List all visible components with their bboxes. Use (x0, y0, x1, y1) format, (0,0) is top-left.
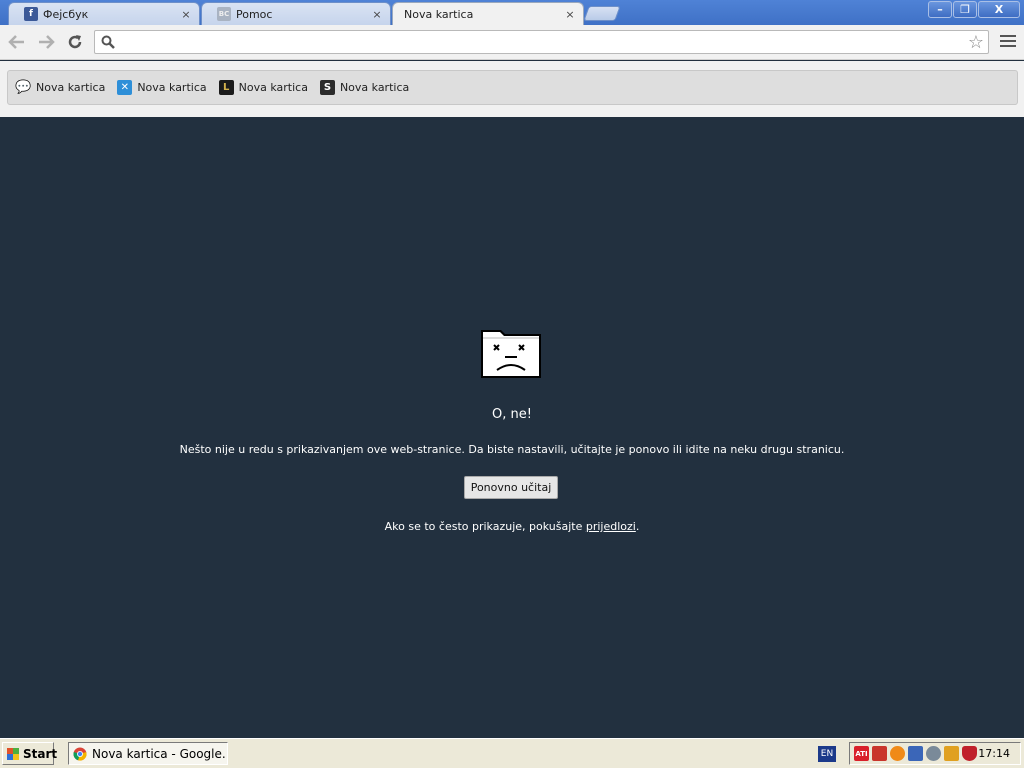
error-page: O, ne! Nešto nije u redu s prikazivanjem… (0, 117, 1024, 738)
start-button[interactable]: Start (2, 742, 58, 765)
new-tab-button[interactable] (583, 6, 621, 21)
chat-bubble-icon: 💬 (15, 80, 32, 95)
s-logo-icon: S (319, 80, 335, 95)
tab-title: Pomoc (236, 7, 273, 21)
bookmarks-bar-area: 💬 Nova kartica ✕ Nova kartica L Nova kar… (0, 61, 1024, 117)
language-indicator[interactable]: EN (818, 746, 836, 762)
taskbar-app-label: Nova kartica - Google... (92, 746, 228, 761)
users-icon[interactable] (944, 746, 959, 761)
bookmarks-bar: 💬 Nova kartica ✕ Nova kartica L Nova kar… (7, 70, 1018, 105)
forward-button[interactable] (36, 32, 56, 52)
back-arrow-icon (8, 35, 24, 49)
windows-logo-icon (7, 747, 19, 760)
back-button[interactable] (7, 32, 27, 52)
minimize-button[interactable]: – (928, 1, 952, 18)
restore-button[interactable]: ❐ (953, 1, 977, 18)
bookmark-label: Nova kartica (36, 81, 106, 94)
reload-icon (68, 35, 82, 49)
facebook-icon: f (24, 7, 38, 21)
clock: 17:14 (978, 747, 1010, 760)
help-suffix: . (635, 520, 640, 533)
bookmark-item[interactable]: ✕ Nova kartica (117, 80, 207, 95)
bookmark-label: Nova kartica (137, 81, 207, 94)
error-message: Nešto nije u redu s prikazivanjem ove we… (179, 443, 845, 456)
site-icon: BC (217, 7, 231, 21)
ati-icon[interactable]: ATI (854, 746, 869, 761)
volume-icon[interactable] (872, 746, 887, 761)
bookmark-label: Nova kartica (238, 81, 308, 94)
tab-title: Фејсбук (43, 7, 89, 21)
error-title: O, ne! (492, 407, 532, 422)
tab-close-icon[interactable]: × (563, 8, 577, 21)
close-window-button[interactable]: X (978, 1, 1020, 18)
x-logo-icon: ✕ (117, 80, 133, 95)
suggestions-link[interactable]: prijedlozi (586, 520, 636, 533)
bookmark-item[interactable]: 💬 Nova kartica (15, 80, 106, 95)
bookmark-item[interactable]: S Nova kartica (319, 80, 410, 95)
bookmark-star-icon[interactable]: ☆ (968, 32, 984, 53)
bookmark-item[interactable]: L Nova kartica (218, 80, 308, 95)
bookmark-label: Nova kartica (339, 81, 410, 94)
taskbar-app-chrome[interactable]: Nova kartica - Google... (68, 742, 228, 765)
tab-close-icon[interactable]: × (179, 8, 193, 21)
start-label: Start (23, 746, 58, 761)
tab-nova-kartica[interactable]: Nova kartica × (392, 2, 584, 26)
tab-close-icon[interactable]: × (370, 8, 384, 21)
taskbar: Start Nova kartica - Google... EN ATI 17… (0, 738, 1024, 768)
help-text: Ako se to često prikazuje, pokušajte (384, 520, 586, 533)
forward-arrow-icon (39, 35, 55, 49)
reload-button[interactable]: Ponovno učitaj (464, 476, 558, 499)
tab-title: Nova kartica (404, 8, 474, 21)
tab-strip: f Фејсбук × BC Pomoc × Nova kartica × – … (0, 0, 1024, 26)
toolbar: ☆ (0, 25, 1024, 60)
tab-pomoc[interactable]: BC Pomoc × (201, 2, 391, 25)
steam-icon[interactable] (926, 746, 941, 761)
chrome-icon (73, 747, 87, 761)
search-icon (101, 35, 115, 49)
network-icon[interactable] (908, 746, 923, 761)
help-line: Ako se to često prikazuje, pokušajte pri… (0, 520, 1024, 533)
update-icon[interactable] (890, 746, 905, 761)
l-logo-icon: L (218, 80, 234, 95)
system-tray: ATI 17:14 (849, 742, 1021, 765)
address-bar[interactable]: ☆ (94, 30, 989, 54)
chrome-menu-button[interactable] (1000, 33, 1016, 49)
sad-folder-icon (481, 330, 541, 378)
reload-toolbar-button[interactable] (65, 32, 85, 52)
security-shield-icon[interactable] (962, 746, 977, 761)
address-input[interactable] (119, 33, 959, 51)
tab-facebook[interactable]: f Фејсбук × (8, 2, 200, 25)
